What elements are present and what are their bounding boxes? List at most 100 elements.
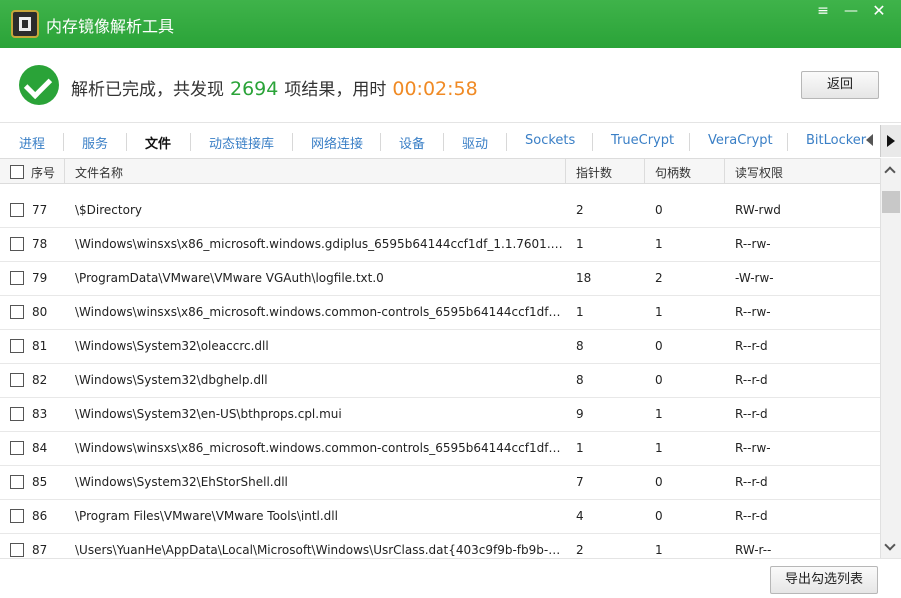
table-row[interactable]: 85 \Windows\System32\EhStorShell.dll 7 0 R--… (0, 466, 880, 500)
tab-sockets[interactable]: Sockets (525, 133, 575, 148)
tab-processes[interactable]: 进程 (19, 133, 45, 152)
row-checkbox[interactable] (10, 475, 24, 489)
row-checkbox[interactable] (10, 271, 24, 285)
table-row[interactable]: 83 \Windows\System32\en-US\bthprops.cpl.m… (0, 398, 880, 432)
table-row[interactable]: 82 \Windows\System32\dbghelp.dll 8 0 R--r-d (0, 364, 880, 398)
row-no: 87 (32, 543, 48, 557)
row-no: 77 (32, 203, 48, 217)
row-checkbox[interactable] (10, 407, 24, 421)
tab-scroll-right-icon[interactable] (880, 125, 901, 157)
row-handles: 2 (655, 271, 663, 285)
result-count: 2694 (230, 78, 279, 100)
tab-scroll-left-icon[interactable] (866, 134, 873, 146)
table-row[interactable]: 87 \Users\YuanHe\AppData\Local\Microsoft\… (0, 534, 880, 558)
col-header-name[interactable]: 文件名称 (75, 164, 123, 181)
row-pointers: 2 (576, 543, 584, 557)
table-row[interactable]: 78 \Windows\winsxs\x86_microsoft.windows.… (0, 228, 880, 262)
row-checkbox[interactable] (10, 305, 24, 319)
col-header-handles[interactable]: 句柄数 (655, 164, 691, 181)
select-all-checkbox[interactable] (10, 165, 24, 179)
close-icon[interactable]: ✕ (866, 2, 892, 22)
row-handles: 1 (655, 543, 663, 557)
row-file-name: \Users\YuanHe\AppData\Local\Microsoft\Wi… (75, 543, 563, 557)
title-bar: 内存镜像解析工具 ≡ — ✕ (0, 0, 901, 48)
row-pointers: 8 (576, 373, 584, 387)
row-no: 81 (32, 339, 48, 353)
row-handles: 0 (655, 509, 663, 523)
scroll-up-icon[interactable] (881, 162, 901, 180)
row-checkbox[interactable] (10, 441, 24, 455)
row-pointers: 9 (576, 407, 584, 421)
row-pointers: 1 (576, 305, 584, 319)
tab-services[interactable]: 服务 (82, 133, 108, 152)
row-checkbox[interactable] (10, 203, 24, 217)
vertical-scrollbar[interactable] (880, 158, 901, 558)
table-row[interactable]: 80 \Windows\winsxs\x86_microsoft.windows.… (0, 296, 880, 330)
export-selected-button[interactable]: 导出勾选列表 (770, 566, 878, 594)
row-perms: RW-rwd (735, 203, 781, 217)
table-row[interactable]: 81 \Windows\System32\oleaccrc.dll 8 0 R--r-d (0, 330, 880, 364)
row-perms: R--rw- (735, 305, 771, 319)
row-file-name: \Windows\System32\en-US\bthprops.cpl.mui (75, 407, 342, 421)
scroll-thumb[interactable] (882, 191, 900, 213)
tab-bitlocker[interactable]: BitLocker (806, 133, 866, 148)
row-no: 78 (32, 237, 48, 251)
row-checkbox[interactable] (10, 543, 24, 557)
footer: 导出勾选列表 (0, 558, 901, 598)
status-middle: 项结果，用时 (284, 80, 387, 100)
row-handles: 1 (655, 407, 663, 421)
row-perms: R--rw- (735, 441, 771, 455)
row-checkbox[interactable] (10, 373, 24, 387)
row-file-name: \Windows\System32\oleaccrc.dll (75, 339, 269, 353)
window-title: 内存镜像解析工具 (46, 17, 175, 36)
tab-devices[interactable]: 设备 (399, 133, 425, 152)
row-pointers: 4 (576, 509, 584, 523)
row-no: 79 (32, 271, 48, 285)
row-file-name: \Windows\System32\dbghelp.dll (75, 373, 268, 387)
row-perms: R--r-d (735, 339, 768, 353)
tab-network[interactable]: 网络连接 (311, 133, 363, 152)
minimize-icon[interactable]: — (838, 2, 864, 22)
table-row[interactable]: 77 \$Directory 2 0 RW-rwd (0, 194, 880, 228)
menu-icon[interactable]: ≡ (810, 2, 836, 22)
row-perms: R--r-d (735, 509, 768, 523)
row-checkbox[interactable] (10, 509, 24, 523)
row-no: 80 (32, 305, 48, 319)
row-perms: R--r-d (735, 475, 768, 489)
table-row[interactable]: 84 \Windows\winsxs\x86_microsoft.windows.… (0, 432, 880, 466)
tab-veracrypt[interactable]: VeraCrypt (708, 133, 773, 148)
row-no: 82 (32, 373, 48, 387)
status-message: 解析已完成，共发现 2694 项结果，用时 00:02:58 (71, 75, 478, 100)
status-header: 解析已完成，共发现 2694 项结果，用时 00:02:58 返回 (0, 48, 901, 122)
status-prefix: 解析已完成，共发现 (71, 80, 224, 100)
col-header-no[interactable]: 序号 (31, 164, 55, 181)
table-row[interactable]: 79 \ProgramData\VMware\VMware VGAuth\logf… (0, 262, 880, 296)
row-no: 86 (32, 509, 48, 523)
row-handles: 0 (655, 203, 663, 217)
row-perms: R--r-d (735, 407, 768, 421)
scroll-down-icon[interactable] (881, 538, 901, 556)
tab-dlls[interactable]: 动态链接库 (209, 133, 274, 152)
row-file-name: \Windows\winsxs\x86_microsoft.windows.co… (75, 305, 563, 319)
table-header: 序号 文件名称 指针数 句柄数 读写权限 (0, 158, 880, 184)
row-pointers: 1 (576, 441, 584, 455)
row-pointers: 2 (576, 203, 584, 217)
row-handles: 0 (655, 339, 663, 353)
row-pointers: 18 (576, 271, 592, 285)
row-pointers: 1 (576, 237, 584, 251)
row-perms: R--r-d (735, 373, 768, 387)
back-button[interactable]: 返回 (801, 71, 879, 99)
col-header-pointers[interactable]: 指针数 (576, 164, 612, 181)
col-header-perms[interactable]: 读写权限 (735, 164, 783, 181)
row-handles: 1 (655, 441, 663, 455)
app-logo-icon (11, 10, 39, 38)
row-file-name: \Windows\winsxs\x86_microsoft.windows.co… (75, 441, 563, 455)
tab-drivers[interactable]: 驱动 (462, 133, 488, 152)
tab-truecrypt[interactable]: TrueCrypt (611, 133, 674, 148)
table-row[interactable]: 86 \Program Files\VMware\VMware Tools\int… (0, 500, 880, 534)
tab-files[interactable]: 文件 (145, 133, 171, 152)
row-no: 83 (32, 407, 48, 421)
row-checkbox[interactable] (10, 339, 24, 353)
row-checkbox[interactable] (10, 237, 24, 251)
row-file-name: \Windows\System32\EhStorShell.dll (75, 475, 288, 489)
